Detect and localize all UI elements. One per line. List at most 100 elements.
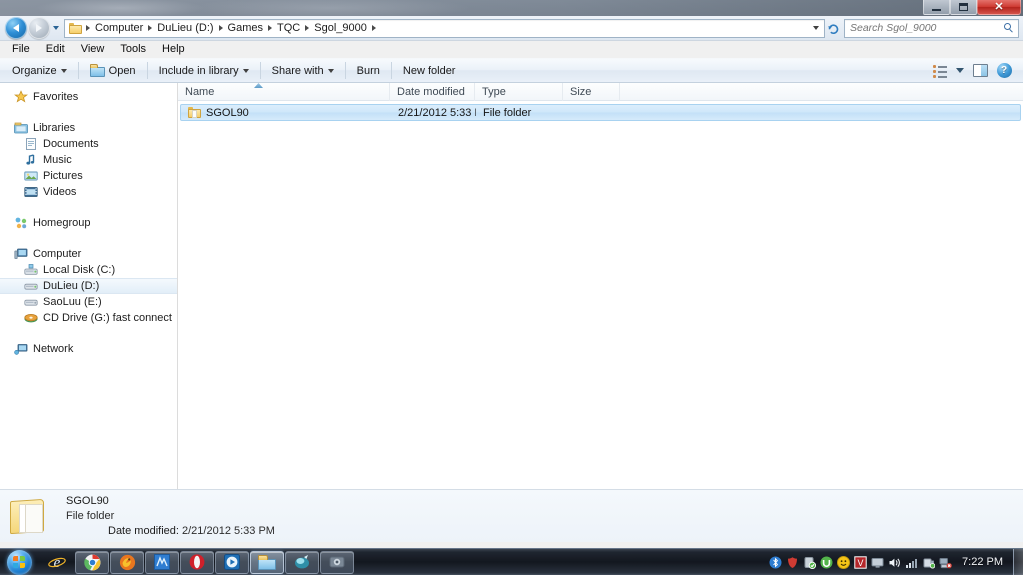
search-input[interactable] (850, 22, 1004, 34)
help-button[interactable]: ? (993, 60, 1015, 81)
sidebar-item-homegroup[interactable]: Homegroup (0, 215, 177, 231)
taskbar-media-player[interactable] (215, 550, 249, 574)
sidebar-item-label: Computer (33, 248, 82, 260)
toolbar-separator (259, 62, 261, 79)
close-button[interactable]: ✕ (977, 0, 1021, 15)
usb-eject-icon[interactable] (922, 556, 936, 569)
volume-icon[interactable] (888, 556, 901, 569)
breadcrumb-separator[interactable] (148, 25, 153, 31)
menu-item-file[interactable]: File (4, 43, 38, 56)
sidebar-item-music[interactable]: Music (0, 152, 177, 168)
sidebar-item-network[interactable]: Network (0, 341, 177, 357)
refresh-button[interactable] (825, 17, 841, 39)
videos-icon (24, 185, 38, 199)
column-header-size[interactable]: Size (563, 82, 620, 101)
sidebar-item-saoluu-e[interactable]: SaoLuu (E:) (0, 294, 177, 310)
taskbar-app-blue[interactable] (145, 550, 179, 574)
sidebar-item-videos[interactable]: Videos (0, 184, 177, 200)
view-dropdown-button[interactable] (953, 60, 967, 81)
breadcrumb-item-sgol9000[interactable]: Sgol_9000 (310, 22, 371, 35)
minimize-button[interactable] (923, 0, 950, 15)
file-name-label: SGOL90 (206, 106, 249, 119)
change-view-button[interactable] (929, 60, 951, 81)
share-with-button[interactable]: Share with (264, 60, 342, 81)
show-desktop-button[interactable] (1013, 548, 1023, 575)
sidebar-item-local-disk-c[interactable]: Local Disk (C:) (0, 262, 177, 278)
breadcrumb-item-games[interactable]: Games (224, 22, 267, 35)
sidebar-item-label: Homegroup (33, 217, 91, 229)
sidebar-item-label: Videos (43, 186, 77, 198)
sidebar-item-pictures[interactable]: Pictures (0, 168, 177, 184)
taskbar-opera[interactable] (180, 550, 214, 574)
column-header-name[interactable]: Name (178, 82, 390, 101)
menu-item-tools[interactable]: Tools (112, 43, 154, 56)
sidebar-item-label: DuLieu (D:) (43, 280, 100, 292)
folder-icon (188, 107, 201, 118)
sidebar-item-documents[interactable]: Documents (0, 136, 177, 152)
sidebar-item-computer[interactable]: Computer (0, 246, 177, 262)
burn-button[interactable]: Burn (349, 60, 388, 81)
breadcrumb-item-tqc[interactable]: TQC (273, 22, 304, 35)
include-in-library-button[interactable]: Include in library (151, 60, 257, 81)
breadcrumb-separator[interactable] (268, 25, 273, 31)
taskbar: e V 7:22 PM (0, 548, 1023, 575)
utorrent-icon[interactable] (820, 556, 833, 569)
app-teal-icon (295, 555, 309, 569)
taskbar-internet-explorer[interactable]: e (40, 551, 74, 574)
taskbar-windows-explorer[interactable] (250, 550, 284, 574)
sidebar-item-cd-drive-g[interactable]: CD Drive (G:) fast connect (0, 310, 177, 326)
search-box[interactable] (844, 18, 1019, 38)
taskbar-chrome[interactable] (75, 550, 109, 574)
taskbar-clock[interactable]: 7:22 PM (956, 556, 1011, 568)
media-player-icon (224, 554, 240, 570)
start-button[interactable] (0, 549, 38, 575)
opera-icon (189, 554, 205, 570)
display-icon[interactable] (871, 556, 884, 569)
title-bar[interactable]: ✕ (0, 0, 1023, 16)
preview-pane-button[interactable] (969, 60, 991, 81)
network-signal-icon[interactable] (905, 556, 918, 569)
antivirus-icon[interactable] (803, 556, 817, 569)
column-header-type[interactable]: Type (475, 82, 563, 101)
column-headers: Name Date modified Type Size (178, 82, 1023, 101)
taskbar-app-gray[interactable] (320, 550, 354, 574)
open-button[interactable]: Open (82, 60, 144, 81)
share-with-label: Share with (271, 64, 324, 77)
breadcrumb-item-computer[interactable]: Computer (91, 22, 147, 35)
details-title: SGOL90 (66, 494, 109, 507)
address-dropdown-button[interactable] (810, 20, 822, 37)
sidebar-item-favorites[interactable]: Favorites (0, 89, 177, 105)
sidebar-item-libraries[interactable]: Libraries (0, 120, 177, 136)
menu-item-edit[interactable]: Edit (38, 43, 73, 56)
bluetooth-icon[interactable] (769, 556, 782, 569)
maximize-button[interactable] (950, 0, 977, 15)
forward-button[interactable] (28, 17, 50, 39)
menu-item-view[interactable]: View (73, 43, 113, 56)
column-header-date-modified[interactable]: Date modified (390, 82, 475, 101)
table-row[interactable]: SGOL90 2/21/2012 5:33 PM File folder (180, 104, 1021, 121)
new-folder-button[interactable]: New folder (395, 60, 464, 81)
menu-item-help[interactable]: Help (154, 43, 193, 56)
shield-red-icon[interactable] (786, 556, 799, 569)
network-icon (14, 342, 28, 356)
taskbar-firefox[interactable] (110, 550, 144, 574)
breadcrumb-separator[interactable] (218, 25, 223, 31)
organize-button[interactable]: Organize (4, 60, 75, 81)
vlc-icon[interactable]: V (854, 555, 867, 569)
network-problem-icon[interactable] (939, 556, 952, 569)
sidebar-item-label: Libraries (33, 122, 76, 134)
taskbar-app-teal[interactable] (285, 550, 319, 574)
breadcrumb-separator[interactable] (86, 25, 90, 31)
sidebar-item-dulieu-d[interactable]: DuLieu (D:) (0, 278, 177, 294)
smiley-icon[interactable] (837, 555, 851, 569)
details-date-modified: Date modified: 2/21/2012 5:33 PM (66, 525, 275, 537)
breadcrumb-item-dulieu[interactable]: DuLieu (D:) (153, 22, 217, 35)
organize-label: Organize (12, 64, 57, 77)
breadcrumb-separator[interactable] (305, 25, 310, 31)
folder-icon-large (10, 498, 52, 535)
back-button[interactable] (5, 17, 27, 39)
breadcrumb-bar[interactable]: Computer DuLieu (D:) Games TQC Sgol_9000 (64, 18, 825, 38)
breadcrumb-separator[interactable] (371, 25, 376, 31)
recent-pages-button[interactable] (50, 17, 62, 39)
